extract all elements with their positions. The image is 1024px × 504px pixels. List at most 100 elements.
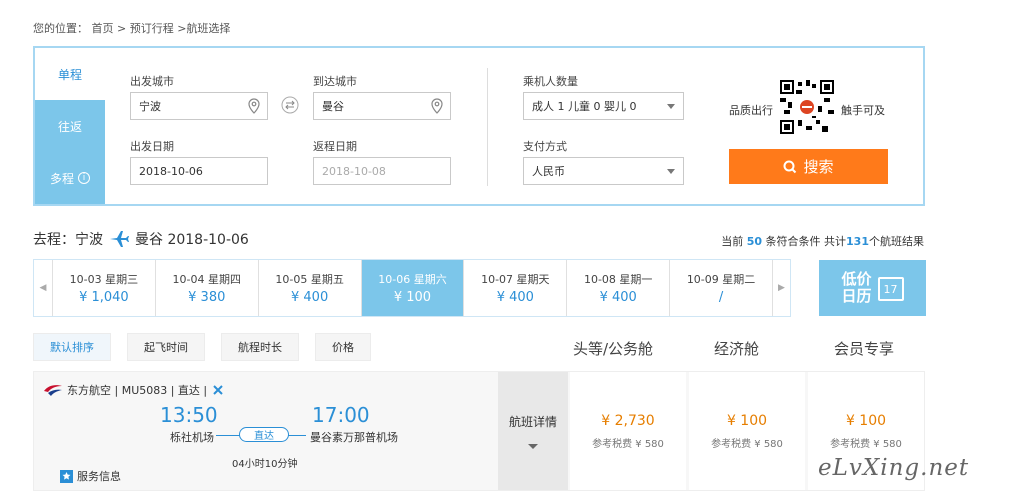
chevron-down-icon [667, 169, 675, 174]
return-date-label: 返程日期 [313, 140, 357, 153]
date-cell[interactable]: 10-05 星期五 ¥ 400 [257, 260, 361, 316]
watermark: eLvXing.net [818, 455, 970, 481]
summary-text: 当前 [721, 235, 747, 248]
lowcal-line: 日历 [841, 287, 872, 305]
chevron-left-icon: ◀ [39, 283, 47, 293]
direct-badge: 直达 [239, 427, 289, 442]
airplane-icon [110, 231, 129, 247]
tab-multi-city[interactable]: 多程 i [35, 152, 105, 204]
next-dates-button[interactable]: ▶ [771, 260, 790, 316]
date-label: 10-05 星期五 [275, 273, 344, 286]
search-button[interactable]: 搜索 [729, 149, 888, 184]
search-button-label: 搜索 [803, 158, 834, 176]
return-date-placeholder: 2018-10-08 [322, 164, 386, 178]
depart-date-input[interactable]: 2018-10-06 [130, 157, 268, 185]
passengers-select[interactable]: 成人 1 儿童 0 婴儿 0 [523, 92, 684, 120]
tab-one-way[interactable]: 单程 [35, 48, 105, 100]
date-price: ¥ 400 [291, 290, 329, 305]
search-icon [783, 160, 797, 173]
breadcrumb-home[interactable]: 首页 [92, 22, 114, 35]
trip-type-tabs: 单程 往返 多程 i [35, 48, 105, 204]
cabin-header-member: 会员专享 [834, 340, 895, 358]
date-label: 10-09 星期二 [686, 273, 756, 286]
depart-date-value: 2018-10-06 [139, 164, 203, 178]
results-summary: 当前 50 条符合条件 共计131个航班结果 [721, 233, 924, 249]
sort-default-button[interactable]: 默认排序 [33, 333, 111, 361]
china-eastern-logo [44, 385, 62, 396]
from-city-value: 宁波 [139, 100, 161, 113]
swap-cities-icon[interactable] [281, 96, 299, 114]
price-value: ¥ 2,730 [601, 412, 655, 429]
payment-select[interactable]: 人民币 [523, 157, 684, 185]
prev-dates-button[interactable]: ◀ [34, 260, 52, 316]
low-price-calendar-button[interactable]: 低价 日历 17 [819, 260, 926, 316]
sort-label: 起飞时间 [144, 341, 188, 354]
cabin-header-first: 头等/公务舱 [573, 340, 654, 358]
location-pin-icon [431, 98, 443, 114]
depart-date-label: 出发日期 [130, 140, 174, 153]
divider [487, 68, 488, 186]
info-icon[interactable]: i [78, 172, 90, 184]
date-cell[interactable]: 10-09 星期二 / [669, 260, 772, 316]
chevron-down-icon [667, 104, 675, 109]
service-label: 服务信息 [77, 470, 121, 483]
breadcrumb-sep: > [113, 22, 130, 35]
arrival-time: 17:00 [312, 403, 370, 427]
price-economy[interactable]: ¥ 100 参考税费 ¥ 580 [689, 372, 805, 490]
promo-left: 品质出行 [729, 104, 773, 117]
departure-time: 13:50 [160, 403, 218, 427]
price-tax: 参考税费 ¥ 580 [830, 438, 902, 450]
chevron-right-icon: ▶ [778, 283, 785, 293]
service-info-link[interactable]: 服务信息 [60, 468, 121, 484]
sort-departure-button[interactable]: 起飞时间 [127, 333, 205, 361]
date-cell[interactable]: 10-08 星期一 ¥ 400 [566, 260, 669, 316]
breadcrumb-booking[interactable]: 预订行程 [130, 22, 174, 35]
summary-total: 131 [846, 235, 869, 248]
breadcrumb-current: 航班选择 [186, 22, 231, 35]
date-price: ¥ 380 [188, 290, 226, 305]
date-price: ¥ 400 [496, 290, 534, 305]
date-cell[interactable]: 10-03 星期三 ¥ 1,040 [51, 260, 155, 316]
date-cell[interactable]: 10-07 星期天 ¥ 400 [463, 260, 566, 316]
calendar-icon: 17 [877, 277, 904, 301]
price-tax: 参考税费 ¥ 580 [592, 438, 664, 450]
promo-right: 触手可及 [841, 104, 885, 117]
date-price: ¥ 1,040 [79, 290, 129, 305]
tab-round-trip[interactable]: 往返 [35, 100, 105, 152]
passengers-label: 乘机人数量 [523, 75, 578, 88]
payment-label: 支付方式 [523, 140, 567, 153]
sort-price-button[interactable]: 价格 [315, 333, 371, 361]
tab-label: 单程 [57, 67, 82, 82]
date-label: 10-08 星期一 [583, 273, 653, 286]
to-city-input[interactable]: 曼谷 [313, 92, 451, 120]
airline-info: 东方航空 | MU5083 | 直达 | [43, 382, 225, 398]
no-meal-icon [213, 385, 223, 395]
passengers-value: 成人 1 儿童 0 婴儿 0 [532, 100, 637, 113]
flight-duration: 04小时10分钟 [232, 459, 298, 470]
price-first-class[interactable]: ¥ 2,730 参考税费 ¥ 580 [570, 372, 686, 490]
price-value: ¥ 100 [726, 412, 768, 429]
sort-duration-button[interactable]: 航程时长 [221, 333, 299, 361]
return-date-input[interactable]: 2018-10-08 [313, 157, 451, 185]
caret-down-icon [528, 444, 538, 449]
date-label: 10-07 星期天 [481, 273, 550, 286]
trip-header: 去程：宁波 曼谷 2018-10-06 [33, 229, 249, 249]
sort-label: 默认排序 [50, 341, 94, 354]
location-pin-icon [248, 98, 260, 114]
from-city-input[interactable]: 宁波 [130, 92, 268, 120]
date-price: ¥ 100 [393, 290, 432, 305]
date-cell[interactable]: 10-04 星期四 ¥ 380 [154, 260, 258, 316]
from-label: 出发城市 [130, 75, 174, 88]
low-price-calendar-label: 低价 日历 [841, 271, 871, 305]
calendar-day: 17 [883, 282, 898, 296]
summary-count: 50 [746, 235, 763, 248]
flight-detail-label: 航班详情 [508, 415, 557, 429]
date-strip: ◀ 10-03 星期三 ¥ 1,040 10-04 星期四 ¥ 380 10-05 … [33, 259, 791, 317]
flight-detail-button[interactable]: 航班详情 [498, 372, 568, 490]
summary-text: 条符合条件 共计 [762, 235, 847, 248]
date-label: 10-04 星期四 [172, 273, 241, 286]
date-cell-selected[interactable]: 10-06 星期六 ¥ 100 [360, 260, 464, 316]
sort-label: 价格 [332, 341, 354, 354]
date-label: 10-06 星期六 [378, 273, 447, 286]
lowcal-line: 低价 [841, 270, 872, 288]
